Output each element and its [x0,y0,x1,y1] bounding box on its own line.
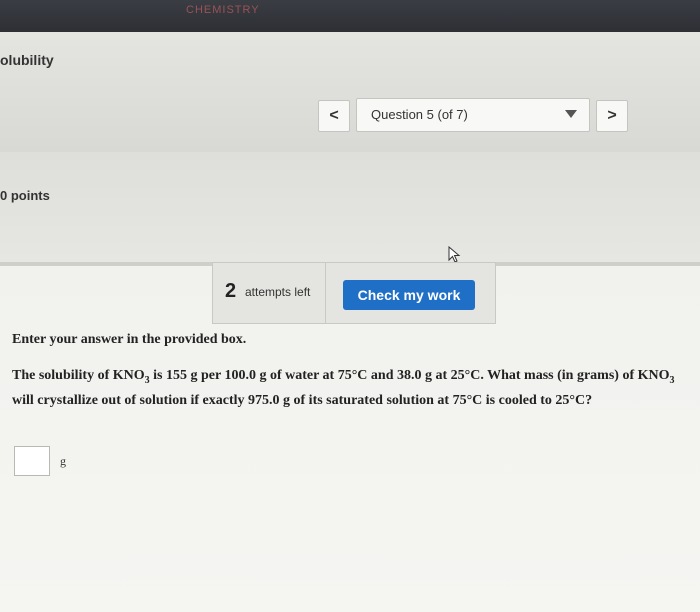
chevron-right-icon: > [607,107,617,124]
question-selector-label: Question 5 (of 7) [371,107,468,122]
top-bar: CHEMISTRY [0,0,700,32]
question-selector[interactable]: Question 5 (of 7) [356,98,590,132]
answer-input[interactable] [14,446,50,476]
chevron-left-icon: < [329,107,339,124]
points-label: 0 points [0,188,50,203]
caret-down-icon [565,110,577,118]
next-question-button[interactable]: > [596,100,628,132]
attempts-label: attempts left [245,285,311,299]
brand-logo: CHEMISTRY [186,4,260,16]
header-section [0,32,700,152]
attempts-panel: 2 attempts left Check my work [212,262,496,324]
check-my-work-button[interactable]: Check my work [343,280,475,310]
points-section [0,152,700,262]
attempts-count: 2 [225,280,237,302]
instruction-text: Enter your answer in the provided box. [12,332,247,347]
page-title: olubility [0,52,54,68]
question-text: The solubility of KNO3 is 155 g per 100.… [12,368,675,408]
attempts-separator [325,263,326,323]
previous-question-button[interactable]: < [318,100,350,132]
answer-unit: g [60,454,66,468]
